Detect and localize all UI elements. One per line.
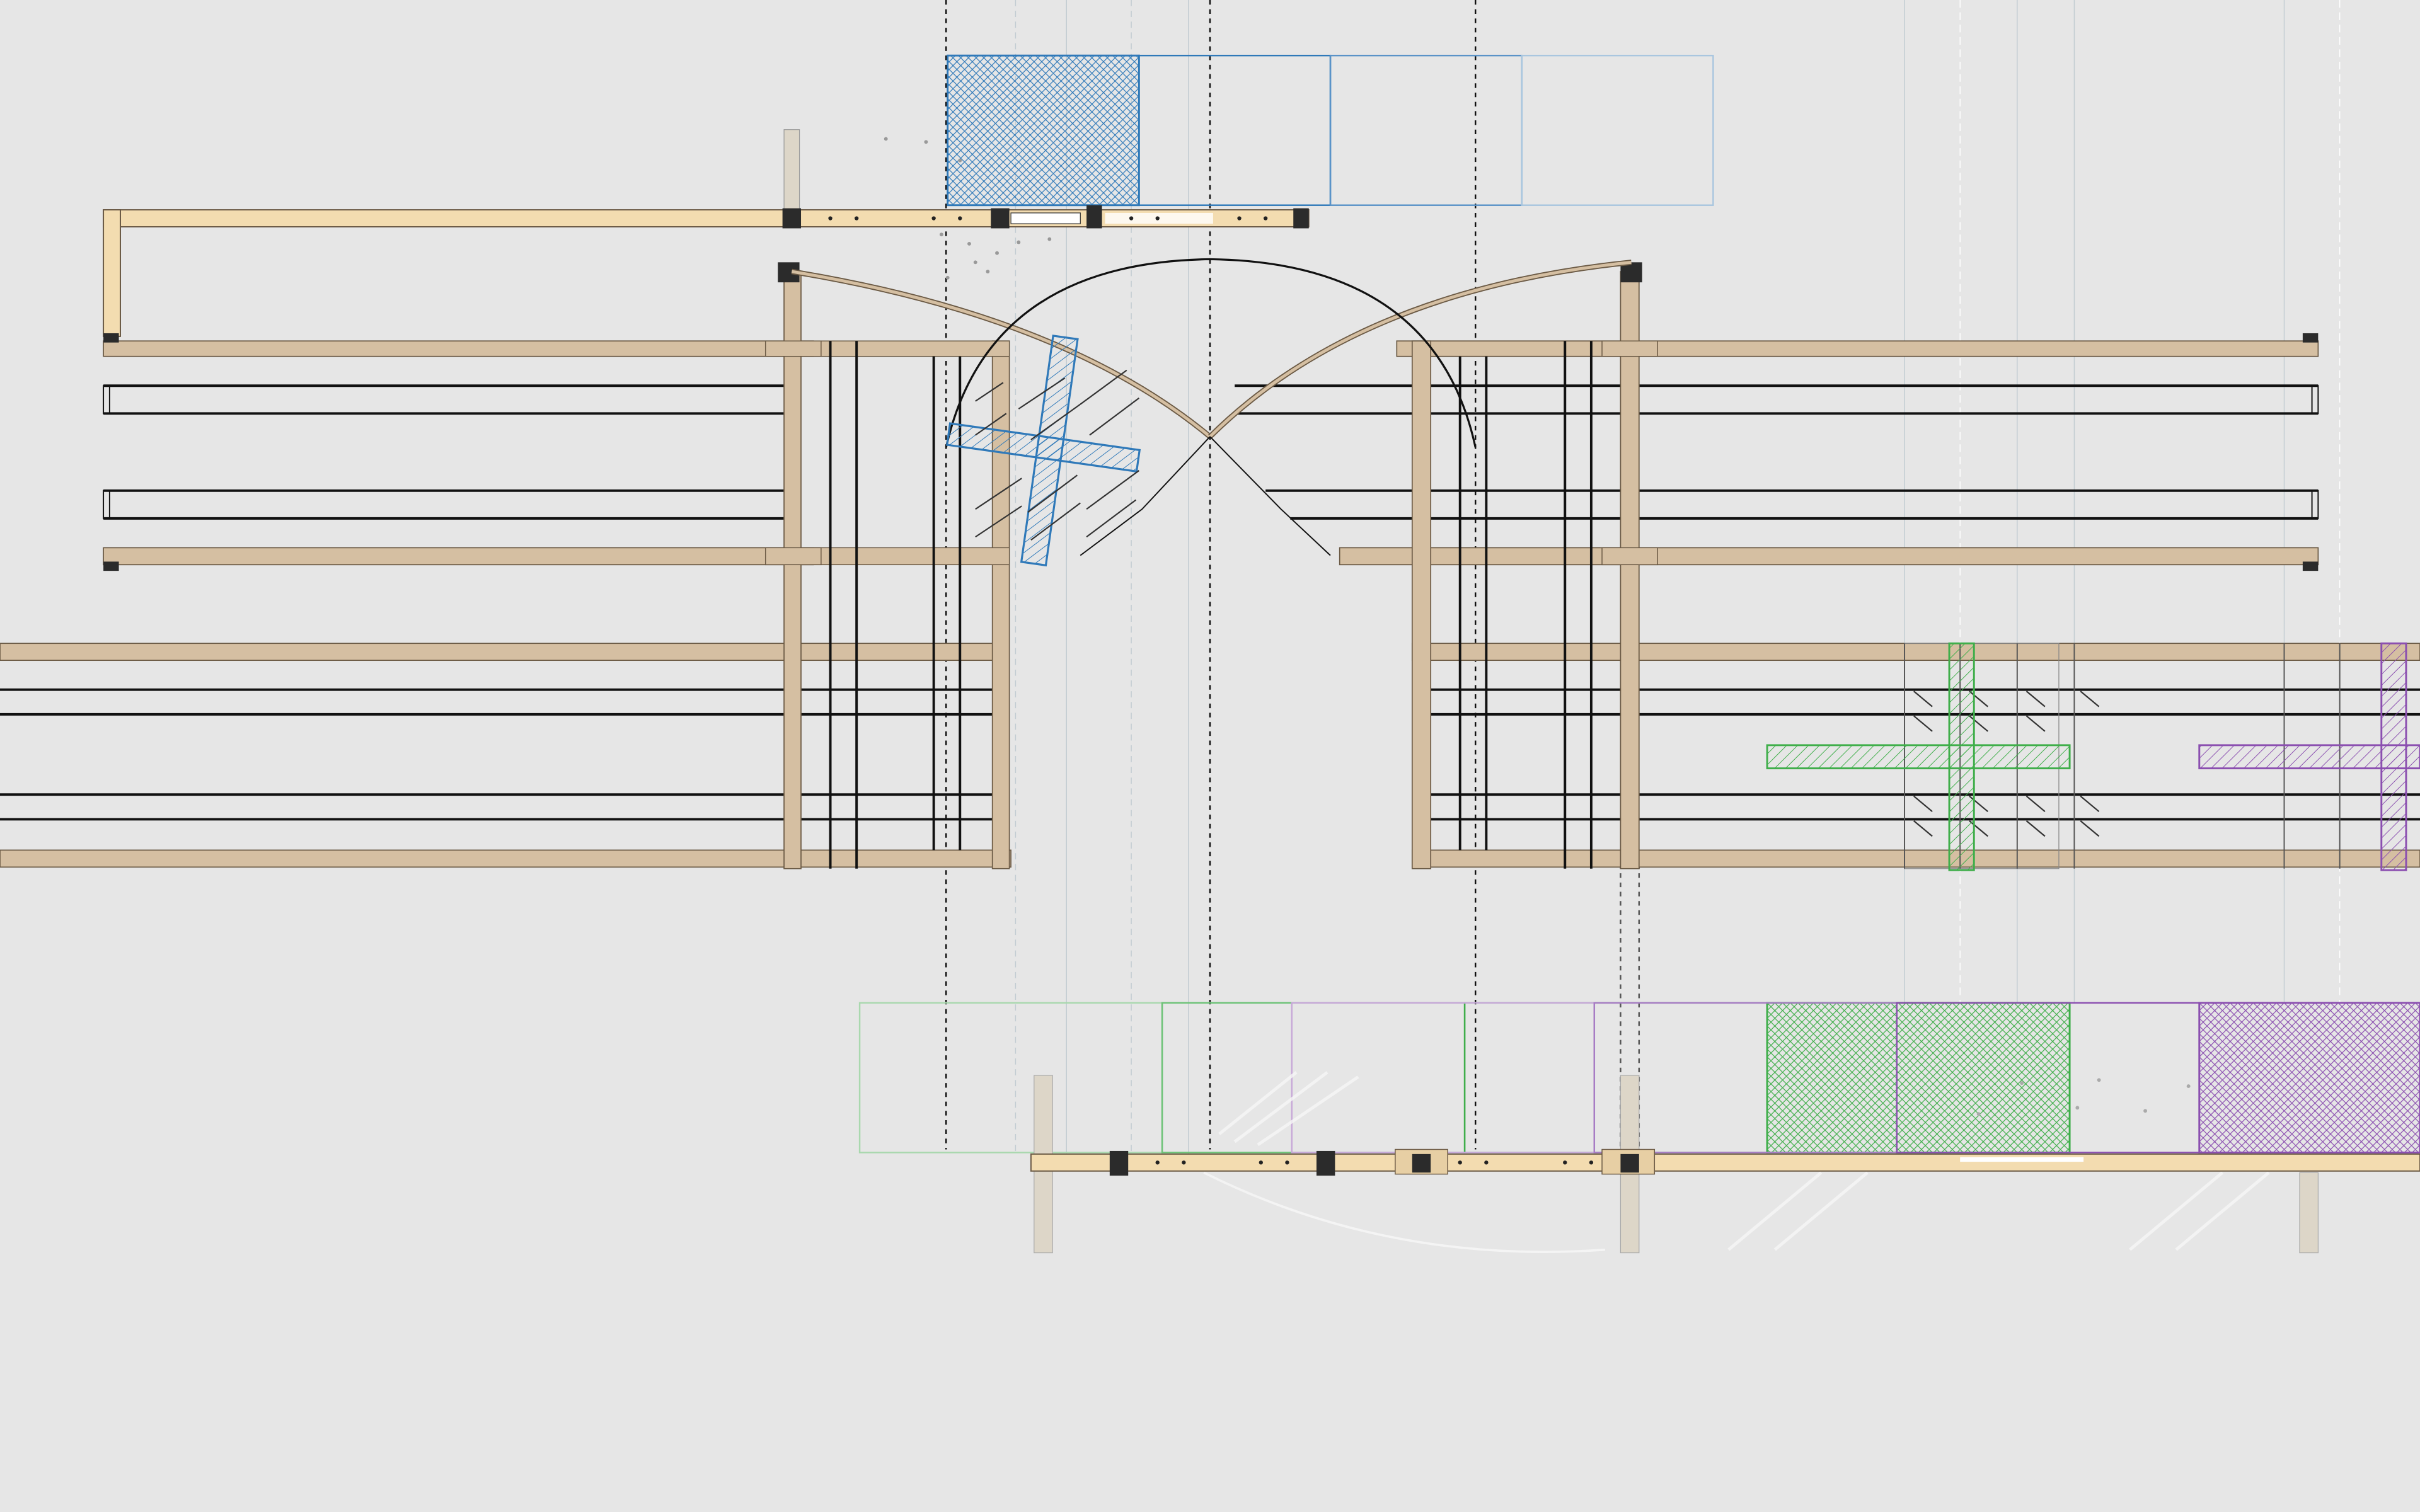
post-block	[782, 208, 802, 229]
purple-cross-horizontal	[2198, 744, 2420, 770]
purple-outline-box	[1291, 1002, 1596, 1154]
blue-outline-box	[1138, 54, 1332, 206]
blue-hatched-box	[947, 54, 1140, 207]
green-hatched-box	[1766, 1002, 2071, 1154]
lower-left-frame	[0, 643, 1011, 868]
guide-lines	[1015, 0, 2341, 1154]
architectural-plan-drawing	[0, 0, 2420, 1254]
post-block	[991, 208, 1010, 229]
green-outline-box	[1463, 1002, 1768, 1154]
upper-left-frame	[103, 333, 814, 571]
arched-timbers	[791, 258, 1632, 556]
green-cross-horizontal	[1766, 744, 2071, 770]
post-block	[1086, 205, 1102, 229]
post-block	[1620, 1154, 1639, 1173]
right-tie-grid	[1766, 642, 2420, 871]
blue-outline-box	[1329, 54, 1523, 206]
blue-outline-box	[1521, 54, 1714, 206]
purple-hatched-box	[2198, 1002, 2420, 1154]
post-block	[1316, 1150, 1335, 1176]
post-block	[1412, 1154, 1431, 1173]
green-outline-box	[1161, 1002, 1466, 1154]
top-blue-box-row	[947, 54, 1714, 207]
upper-right-frame	[1235, 333, 2319, 571]
post-block	[1109, 1150, 1129, 1176]
post-block	[1293, 208, 1309, 229]
green-outline-box	[858, 1002, 1163, 1154]
left-verticals	[764, 262, 1010, 869]
